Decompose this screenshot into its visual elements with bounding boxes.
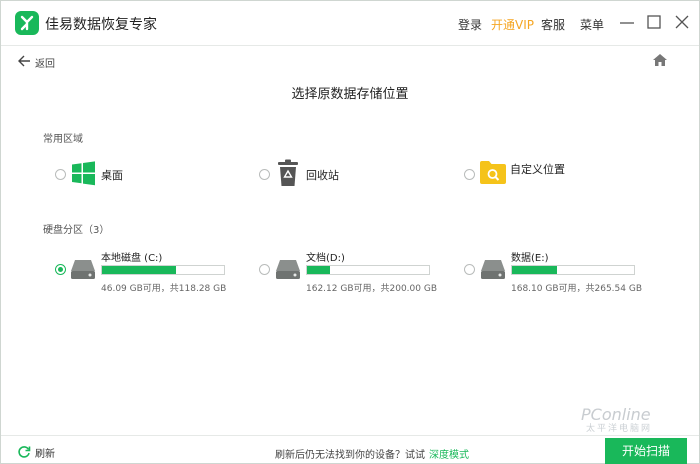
drive-d-usage-bar [306, 265, 430, 275]
custom-location-radio[interactable] [464, 169, 475, 180]
footer-divider [1, 435, 699, 436]
vip-link[interactable]: 开通VIP [491, 16, 534, 33]
drive-d-usage-fill [307, 266, 331, 274]
drive-d-radio[interactable] [259, 264, 270, 275]
drive-e-usage-bar [511, 265, 635, 275]
arrow-left-icon [18, 55, 30, 67]
deep-mode-link[interactable]: 深度模式 [429, 450, 469, 461]
common-section-label: 常用区域 [43, 134, 83, 145]
minimize-button[interactable] [618, 13, 636, 31]
drive-c-usage-bar [101, 265, 225, 275]
app-title: 佳易数据恢复专家 [45, 17, 157, 33]
footer-hint-text: 刷新后仍无法找到你的设备？试试 [275, 450, 425, 461]
menu-link[interactable]: 菜单 [580, 16, 604, 33]
desktop-label[interactable]: 桌面 [101, 167, 123, 183]
desktop-radio[interactable] [55, 169, 66, 180]
app-logo-icon [15, 11, 39, 35]
title-bar: 佳易数据恢复专家 登录 开通VIP 客服 菜单 [1, 1, 699, 45]
drive-c-usage-fill [102, 266, 177, 274]
windows-icon [71, 161, 96, 189]
footer-hint: 刷新后仍无法找到你的设备？试试 深度模式 [275, 446, 469, 461]
refresh-label: 刷新 [35, 449, 55, 460]
drive-e-usage-fill [512, 266, 558, 274]
home-button[interactable] [652, 53, 668, 67]
drives-section-label: 硬盘分区（3） [43, 225, 110, 236]
drive-d-info: 162.12 GB可用，共200.00 GB [306, 284, 438, 294]
start-scan-button[interactable]: 开始扫描 [605, 438, 687, 464]
minimize-icon [620, 22, 634, 24]
recycle-bin-icon [276, 159, 300, 190]
back-label: 返回 [35, 59, 55, 70]
drive-d-name: 文档(D:) [306, 253, 345, 264]
hard-drive-icon [480, 258, 506, 283]
close-button[interactable] [673, 13, 691, 31]
custom-location-label[interactable]: 自定义位置 [510, 161, 565, 177]
hard-drive-icon [275, 258, 301, 283]
hard-drive-icon [70, 258, 96, 283]
home-icon [653, 54, 667, 66]
drive-c-info: 46.09 GB可用，共118.28 GB [101, 284, 227, 294]
drive-e-radio[interactable] [464, 264, 475, 275]
watermark-subtitle: 太平洋电脑网 [586, 424, 653, 434]
app-window: 佳易数据恢复专家 登录 开通VIP 客服 菜单 返回 选择原数据存储位置 常用区… [0, 0, 700, 464]
drive-e-name: 数据(E:) [511, 253, 549, 264]
close-icon [675, 15, 689, 29]
recycle-bin-radio[interactable] [259, 169, 270, 180]
login-link[interactable]: 登录 [458, 16, 482, 33]
drive-c-name: 本地磁盘 (C:) [101, 253, 163, 264]
maximize-icon [647, 15, 661, 29]
service-link[interactable]: 客服 [541, 16, 565, 33]
drive-e-info: 168.10 GB可用，共265.54 GB [511, 284, 643, 294]
title-divider [1, 45, 699, 46]
recycle-bin-label[interactable]: 回收站 [306, 167, 339, 183]
maximize-button[interactable] [645, 13, 663, 31]
folder-search-icon [479, 159, 507, 188]
refresh-icon [18, 446, 31, 458]
page-title: 选择原数据存储位置 [291, 87, 409, 102]
drive-c-radio[interactable] [55, 264, 66, 275]
